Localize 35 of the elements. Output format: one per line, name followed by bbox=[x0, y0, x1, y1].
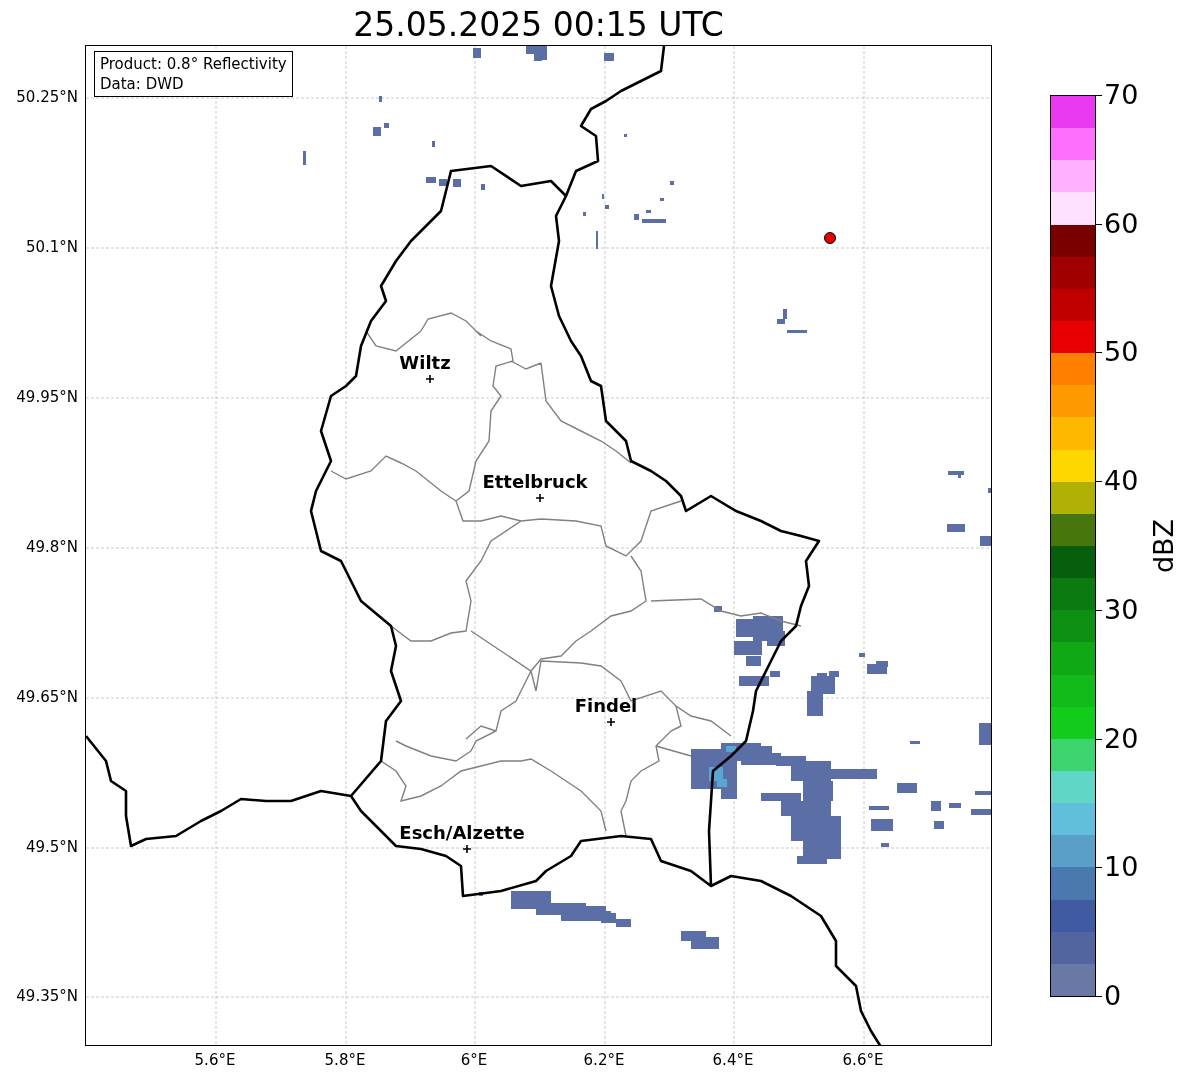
colorbar-tick-label: 30 bbox=[1104, 594, 1139, 625]
x-tick-label: 6.4°E bbox=[711, 1051, 755, 1069]
colorbar-label: dBZ bbox=[1148, 517, 1180, 576]
colorbar-tick-label: 50 bbox=[1104, 337, 1139, 368]
chart-title: 25.05.2025 00:15 UTC bbox=[352, 4, 725, 46]
colorbar-tick-label: 20 bbox=[1104, 723, 1139, 754]
x-tick-label: 6.2°E bbox=[582, 1051, 626, 1069]
x-tick-label: 6.6°E bbox=[841, 1051, 885, 1069]
city-marker-icon bbox=[606, 717, 616, 727]
info-text: Product: 0.8° Reflectivity bbox=[100, 54, 287, 74]
x-tick-label: 5.8°E bbox=[323, 1051, 367, 1069]
info-text: Data: DWD bbox=[100, 74, 185, 94]
x-tick-label: 5.6°E bbox=[193, 1051, 237, 1069]
radar-site-marker bbox=[824, 232, 836, 244]
city-marker-icon bbox=[425, 374, 435, 384]
colorbar-tick-label: 40 bbox=[1104, 466, 1139, 497]
city-marker-icon bbox=[462, 844, 472, 854]
city-marker-icon bbox=[535, 493, 545, 503]
y-tick-label: 49.35°N bbox=[15, 987, 78, 1005]
y-tick-label: 49.95°N bbox=[15, 388, 78, 406]
colorbar-tick-label: 0 bbox=[1104, 981, 1122, 1011]
city-label: Ettelbruck bbox=[482, 471, 588, 492]
colorbar-tick-label: 10 bbox=[1104, 852, 1139, 883]
y-tick-label: 50.1°N bbox=[24, 238, 78, 256]
city-label: Findel bbox=[574, 695, 638, 716]
y-tick-label: 49.65°N bbox=[15, 688, 78, 706]
y-tick-label: 50.25°N bbox=[15, 88, 78, 106]
city-label: Esch/Alzette bbox=[399, 822, 525, 843]
city-label: Wiltz bbox=[399, 352, 451, 373]
colorbar-tick-label: 60 bbox=[1104, 208, 1139, 239]
strong-echoes bbox=[709, 746, 736, 787]
y-tick-label: 49.8°N bbox=[24, 538, 78, 556]
x-tick-label: 6°E bbox=[459, 1051, 489, 1069]
y-tick-label: 49.5°N bbox=[24, 838, 78, 856]
colorbar-tick-label: 70 bbox=[1104, 80, 1139, 110]
